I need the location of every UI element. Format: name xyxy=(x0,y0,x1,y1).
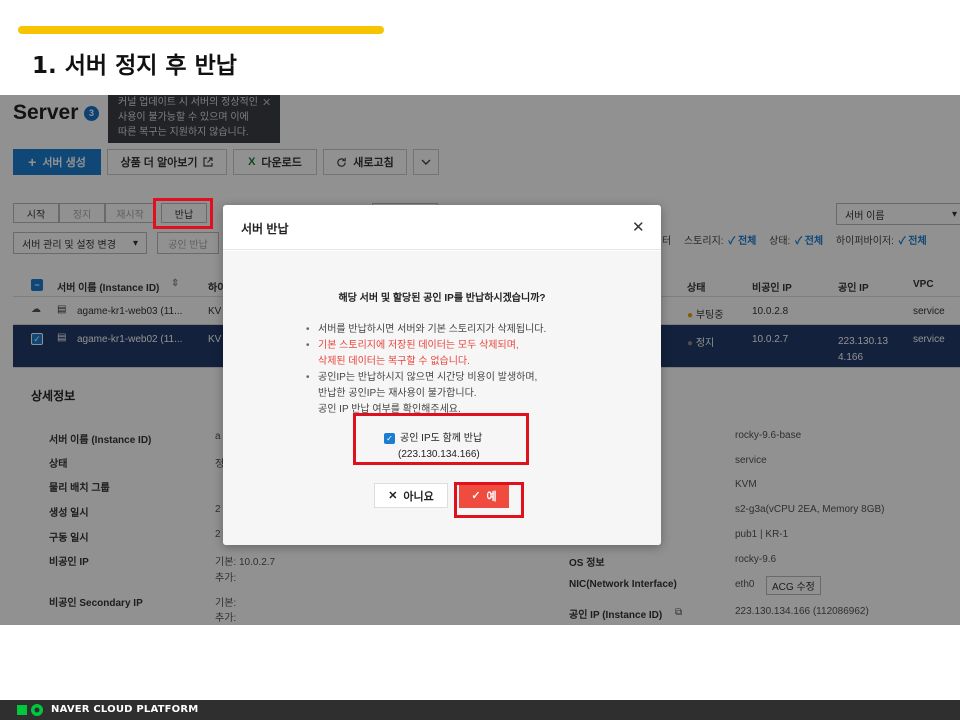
return-server-modal: 서버 반납 ✕ 해당 서버 및 할당된 공인 IP를 반납하시겠습니까? 서버를… xyxy=(223,205,661,545)
note-item: 반납한 공인IP는 재사용이 불가합니다. xyxy=(318,388,477,399)
close-icon[interactable]: ✕ xyxy=(632,218,645,236)
modal-question: 해당 서버 및 할당된 공인 IP를 반납하시겠습니까? xyxy=(338,293,546,304)
accent-bar xyxy=(18,26,384,34)
note-item-warning: 삭제된 데이터는 복구할 수 없습니다. xyxy=(318,356,470,367)
x-icon: ✕ xyxy=(388,490,398,502)
modal-title: 서버 반납 xyxy=(241,222,289,236)
modal-header: 서버 반납 ✕ xyxy=(223,205,661,250)
slide-title: 1. 서버 정지 후 반납 xyxy=(32,53,237,79)
slide: 1. 서버 정지 후 반납 Server 3 커널 업데이트 시 서버의 정상적… xyxy=(0,0,960,720)
modal-body: 해당 서버 및 할당된 공인 IP를 반납하시겠습니까? 서버를 반납하시면 서… xyxy=(223,251,661,545)
note-item-warning: 기본 스토리지에 저장된 데이터는 모두 삭제되며, xyxy=(306,338,546,354)
no-button-label: 아니요 xyxy=(403,490,434,503)
note-item: 공인IP는 반납하시지 않으면 시간당 비용이 발생하며, xyxy=(306,370,546,386)
highlight-checkbox xyxy=(353,413,529,465)
no-button[interactable]: ✕ 아니요 xyxy=(374,483,448,508)
note-item: 서버를 반납하시면 서버와 기본 스토리지가 삭제됩니다. xyxy=(306,322,546,338)
naver-cloud-logo-icon xyxy=(17,704,43,716)
highlight-yes-button xyxy=(454,482,524,518)
slide-footer: NAVER CLOUD PLATFORM xyxy=(0,700,960,720)
highlight-return-button xyxy=(153,198,213,229)
footer-brand: NAVER CLOUD PLATFORM xyxy=(51,704,199,715)
modal-notes: 서버를 반납하시면 서버와 기본 스토리지가 삭제됩니다. 기본 스토리지에 저… xyxy=(306,322,546,418)
